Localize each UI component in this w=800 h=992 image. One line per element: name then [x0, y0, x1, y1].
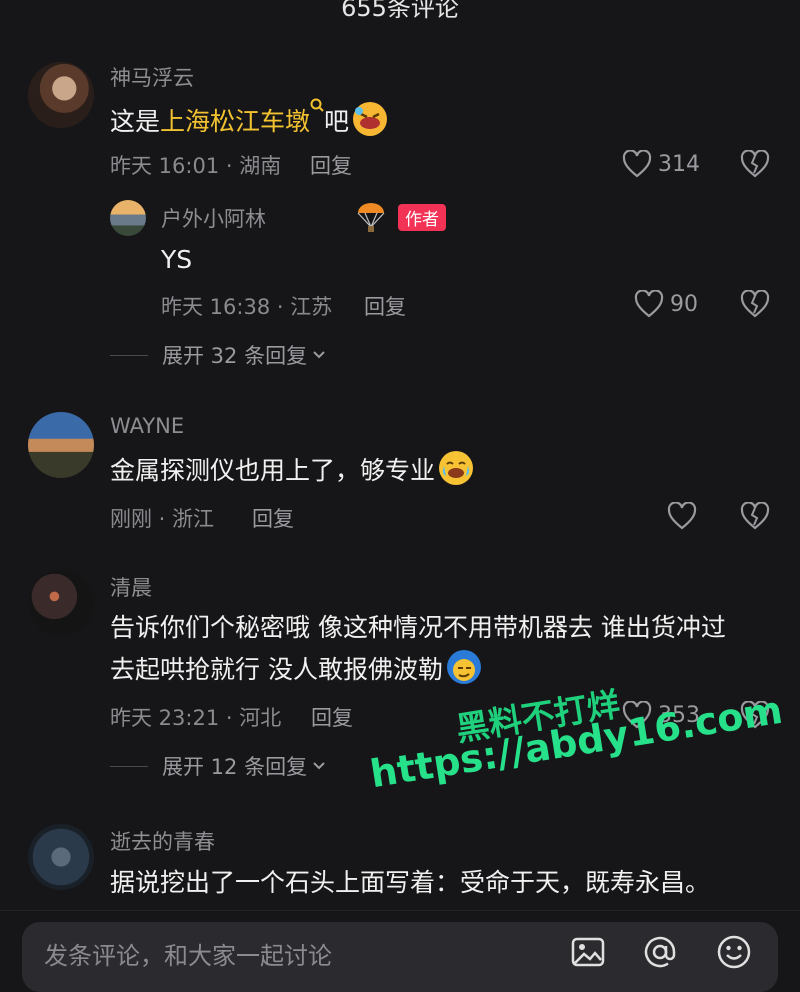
dislike-icon[interactable]	[740, 150, 770, 178]
heart-icon	[667, 502, 697, 530]
comment-username[interactable]: 神马浮云	[110, 62, 194, 92]
dislike-icon[interactable]	[740, 502, 770, 530]
comment-meta: 昨天 16:01 · 湖南	[110, 154, 282, 178]
laughing-emoji	[353, 102, 388, 136]
chevron-down-icon	[313, 351, 325, 359]
comment-text-line2: 去起哄抢就行 没人敢报佛波勒	[110, 655, 443, 684]
avatar[interactable]	[110, 200, 146, 236]
comment-username[interactable]: WAYNE	[110, 414, 184, 438]
author-badge: 作者	[398, 204, 446, 231]
comment-input[interactable]: 发条评论，和大家一起讨论	[44, 936, 332, 971]
parachute-icon	[357, 203, 385, 232]
reply-username[interactable]: 户外小阿林	[161, 203, 266, 233]
comment-text: 这是上海松江车墩吧	[110, 98, 388, 143]
reply-button[interactable]: 回复	[311, 702, 353, 732]
comment-text: 金属探测仪也用上了，够专业	[110, 450, 474, 492]
expand-replies-button[interactable]: 展开 32 条回复	[110, 340, 327, 370]
comment-text-body: 金属探测仪也用上了，够专业	[110, 456, 436, 485]
comment-text-suffix: 吧	[324, 107, 350, 136]
comment-text: 据说挖出了一个石头上面写着：受命于天，既寿永昌。	[110, 868, 711, 897]
dislike-icon[interactable]	[740, 290, 770, 318]
expand-label: 展开 32 条回复	[162, 344, 308, 368]
like-button[interactable]	[667, 502, 703, 530]
reply-meta: 昨天 16:38 · 江苏	[161, 295, 333, 319]
chevron-down-icon	[313, 762, 325, 770]
crying-laughing-emoji	[439, 451, 474, 485]
divider	[0, 910, 800, 911]
like-button[interactable]: 314	[622, 150, 700, 178]
comment-username[interactable]: 清晨	[110, 572, 152, 602]
comment-count-title: 655条评论	[341, 0, 459, 22]
heart-icon	[622, 150, 652, 178]
comment-meta: 昨天 23:21 · 河北	[110, 706, 282, 730]
comment-text-line: 去起哄抢就行 没人敢报佛波勒	[110, 649, 726, 691]
divider-line	[110, 765, 148, 767]
search-icon[interactable]	[310, 98, 324, 116]
avatar[interactable]	[28, 412, 94, 478]
comment-text-prefix: 这是	[110, 107, 161, 136]
like-count: 314	[658, 151, 700, 177]
heart-icon	[634, 290, 664, 318]
expand-label: 展开 12 条回复	[162, 755, 308, 779]
reply-button[interactable]: 回复	[310, 150, 352, 180]
avatar[interactable]	[28, 824, 94, 890]
like-button[interactable]: 90	[634, 290, 698, 318]
reply-button[interactable]: 回复	[252, 503, 294, 533]
like-count: 90	[670, 291, 698, 317]
reply-button[interactable]: 回复	[364, 291, 406, 321]
avatar[interactable]	[28, 570, 94, 636]
comment-input-bar[interactable]: 发条评论，和大家一起讨论	[22, 922, 778, 992]
reply-text: YS	[161, 245, 193, 274]
smirk-emoji	[446, 650, 481, 684]
avatar[interactable]	[28, 62, 94, 128]
comment-text-line: 告诉你们个秘密哦 像这种情况不用带机器去 谁出货冲过	[110, 613, 726, 642]
search-link[interactable]: 上海松江车墩	[160, 107, 310, 136]
comment-username[interactable]: 逝去的青春	[110, 826, 215, 856]
expand-replies-button[interactable]: 展开 12 条回复	[110, 751, 327, 781]
comment-text: 告诉你们个秘密哦 像这种情况不用带机器去 谁出货冲过 去起哄抢就行 没人敢报佛波…	[110, 607, 726, 691]
comment-meta: 刚刚 · 浙江	[110, 507, 215, 531]
divider-line	[110, 354, 148, 356]
